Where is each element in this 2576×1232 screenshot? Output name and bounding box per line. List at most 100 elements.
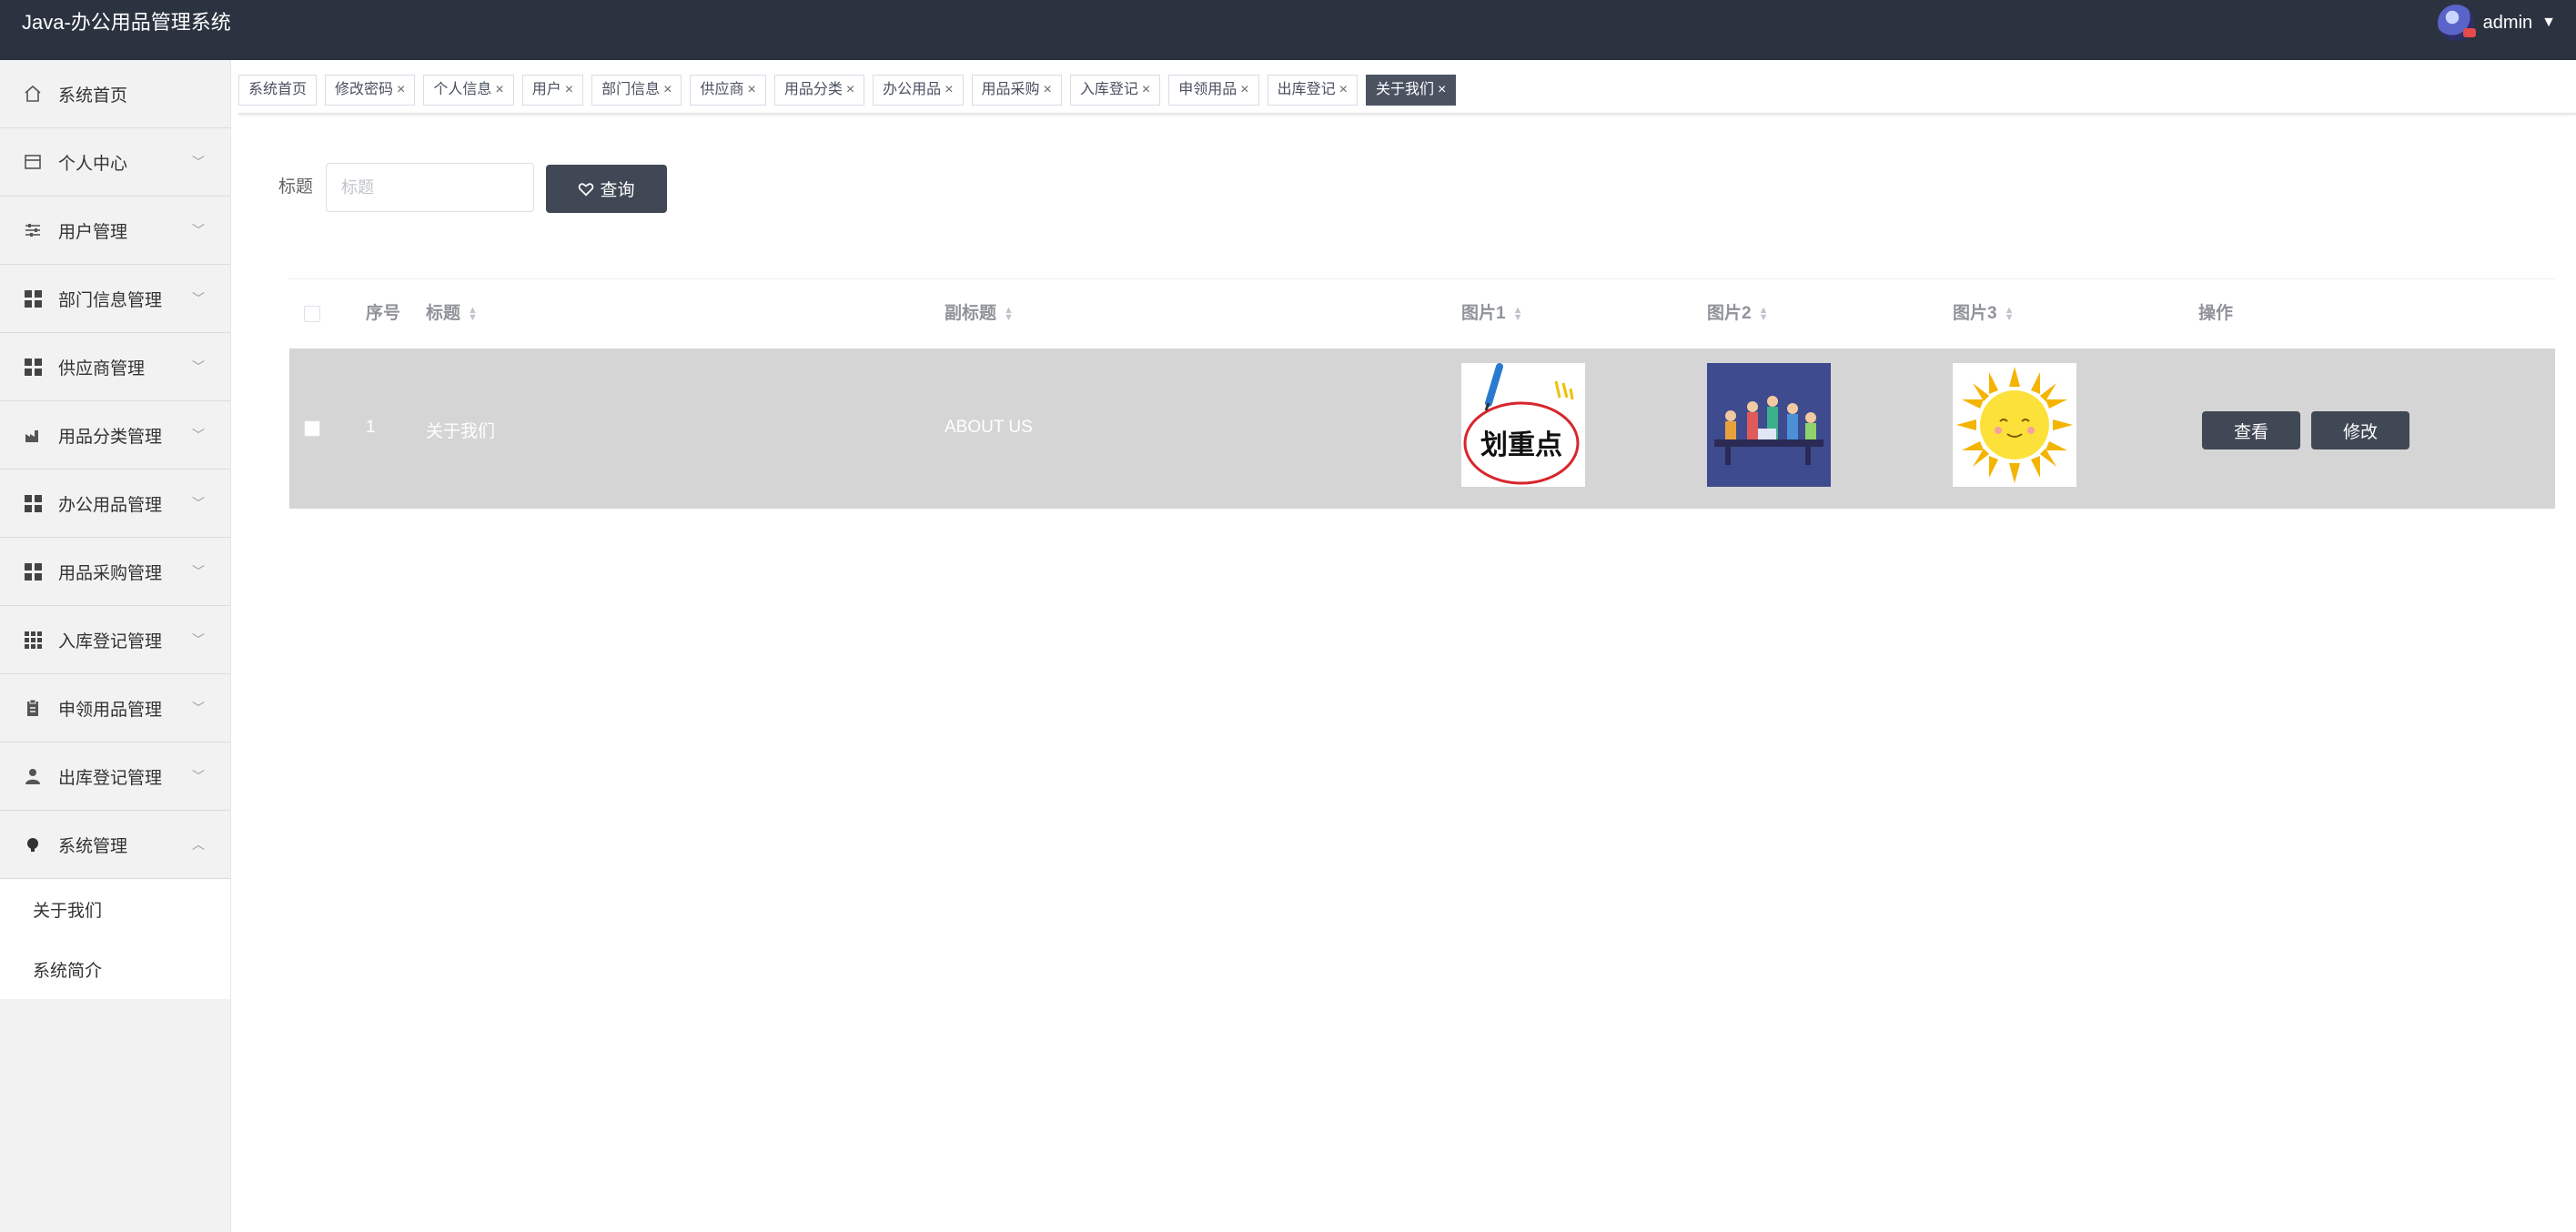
- close-icon[interactable]: ×: [565, 82, 573, 97]
- close-icon[interactable]: ×: [1044, 82, 1052, 97]
- grid-icon: [24, 562, 42, 581]
- column-label: 图片2: [1707, 304, 1752, 323]
- sidebar-item-label: 用品分类管理: [58, 427, 163, 447]
- search-button[interactable]: 查询: [546, 165, 667, 213]
- tab-label: 个人信息: [433, 82, 492, 97]
- close-icon[interactable]: ×: [397, 82, 405, 97]
- tab-category[interactable]: 用品分类 ×: [773, 75, 865, 106]
- submenu-item-about-us[interactable]: 关于我们: [0, 879, 230, 939]
- sidebar-item-label: 供应商管理: [58, 358, 146, 379]
- sidebar-item-inbound[interactable]: 入库登记管理 ﹀: [0, 606, 230, 674]
- row-subtitle: ABOUT US: [945, 418, 1033, 437]
- chevron-down-icon: ﹀: [192, 223, 205, 237]
- search-label: 标题: [278, 177, 314, 197]
- close-icon[interactable]: ×: [1240, 82, 1248, 97]
- edit-button[interactable]: 修改: [2311, 411, 2409, 449]
- factory-icon: [24, 426, 42, 444]
- table-row[interactable]: 1 关于我们 ABOUT US 划重点 查看 修改: [289, 348, 2555, 509]
- row-image2[interactable]: [1707, 363, 1831, 487]
- sidebar-item-requisition[interactable]: 申领用品管理 ﹀: [0, 674, 230, 742]
- sidebar-item-purchase[interactable]: 用品采购管理 ﹀: [0, 538, 230, 606]
- chevron-up-icon: ︿: [192, 837, 205, 852]
- column-label: 序号: [366, 304, 401, 323]
- column-label: 图片1: [1461, 304, 1506, 323]
- grid-icon: [24, 494, 42, 512]
- tab-office-supplies[interactable]: 办公用品 ×: [873, 75, 964, 106]
- sidebar-item-personal-center[interactable]: 个人中心 ﹀: [0, 128, 230, 197]
- search-input[interactable]: [326, 163, 534, 212]
- column-header-image1[interactable]: 图片1 ▲ ▼: [1461, 279, 1522, 348]
- row-image3[interactable]: [1953, 363, 2076, 487]
- tab-label: 修改密码: [335, 82, 394, 97]
- sidebar-item-outbound[interactable]: 出库登记管理 ﹀: [0, 742, 230, 811]
- username[interactable]: admin: [2483, 13, 2532, 34]
- sidebar-item-label: 用品采购管理: [58, 563, 163, 583]
- close-icon[interactable]: ×: [846, 82, 854, 97]
- close-icon[interactable]: ×: [945, 82, 953, 97]
- tab-requisition[interactable]: 申领用品 ×: [1168, 75, 1259, 106]
- tab-change-password[interactable]: 修改密码 ×: [325, 75, 416, 106]
- column-header-image3[interactable]: 图片3 ▲ ▼: [1953, 279, 2014, 348]
- sidebar-item-label: 用户管理: [58, 222, 128, 242]
- sidebar-item-label: 出库登记管理: [58, 768, 163, 788]
- avatar[interactable]: [2437, 5, 2476, 41]
- tab-outbound[interactable]: 出库登记 ×: [1267, 75, 1358, 106]
- column-header-index: 序号: [366, 279, 400, 348]
- user-menu[interactable]: admin ▼: [2437, 5, 2556, 41]
- close-icon[interactable]: ×: [1142, 82, 1150, 97]
- sidebar-item-label: 申领用品管理: [58, 700, 163, 720]
- column-header-title[interactable]: 标题 ▲ ▼: [426, 279, 478, 348]
- calendar-icon: [24, 153, 42, 171]
- tab-about-us[interactable]: 关于我们 ×: [1365, 75, 1457, 106]
- grid-icon: [24, 358, 42, 376]
- chevron-down-icon: ﹀: [192, 496, 205, 510]
- data-table: 序号 标题 ▲ ▼ 副标题 ▲ ▼ 图片1 ▲ ▼ 图片2 ▲ ▼ 图片3 ▲ ▼ 操作 1 关于我…: [289, 278, 2555, 510]
- image1-text: 划重点: [1480, 429, 1562, 461]
- column-header-actions: 操作: [2198, 279, 2233, 348]
- tab-supplier[interactable]: 供应商 ×: [690, 75, 766, 106]
- column-header-subtitle[interactable]: 副标题 ▲ ▼: [945, 279, 1014, 348]
- tab-inbound[interactable]: 入库登记 ×: [1069, 75, 1161, 106]
- sort-icon[interactable]: ▲ ▼: [468, 305, 478, 322]
- tab-label: 用户: [531, 82, 561, 97]
- sidebar-item-label: 个人中心: [58, 154, 128, 174]
- tab-user[interactable]: 用户 ×: [521, 75, 584, 106]
- sidebar-item-label: 办公用品管理: [58, 495, 163, 515]
- chevron-down-icon: ﹀: [192, 769, 205, 783]
- tab-personal-info[interactable]: 个人信息 ×: [423, 75, 514, 106]
- sort-icon[interactable]: ▲ ▼: [1513, 305, 1523, 322]
- caret-down-icon[interactable]: ▼: [2541, 15, 2556, 31]
- close-icon[interactable]: ×: [1438, 82, 1446, 97]
- sidebar-item-user-management[interactable]: 用户管理 ﹀: [0, 197, 230, 265]
- sliders-icon: [24, 221, 42, 239]
- sidebar-item-home[interactable]: 系统首页: [0, 60, 230, 128]
- system-submenu: 关于我们 系统简介: [0, 879, 230, 999]
- sort-icon[interactable]: ▲ ▼: [1759, 305, 1769, 322]
- row-image1[interactable]: 划重点: [1461, 363, 1585, 487]
- sidebar-item-office-supplies[interactable]: 办公用品管理 ﹀: [0, 470, 230, 538]
- view-button[interactable]: 查看: [2202, 411, 2300, 449]
- sidebar-item-department[interactable]: 部门信息管理 ﹀: [0, 265, 230, 333]
- sort-icon[interactable]: ▲ ▼: [1004, 305, 1014, 322]
- tab-department[interactable]: 部门信息 ×: [591, 75, 682, 106]
- user-icon: [24, 767, 42, 785]
- heart-icon: [579, 182, 594, 197]
- close-icon[interactable]: ×: [663, 82, 672, 97]
- tab-purchase[interactable]: 用品采购 ×: [971, 75, 1062, 106]
- tab-home[interactable]: 系统首页: [238, 75, 318, 106]
- close-icon[interactable]: ×: [495, 82, 503, 97]
- sidebar-item-system[interactable]: 系统管理 ︿: [0, 811, 230, 879]
- sort-icon[interactable]: ▲ ▼: [2005, 305, 2015, 322]
- submenu-item-system-intro[interactable]: 系统简介: [0, 939, 230, 999]
- select-all-checkbox[interactable]: [304, 306, 320, 322]
- close-icon[interactable]: ×: [1339, 82, 1348, 97]
- chevron-down-icon: ﹀: [192, 291, 205, 306]
- home-icon: [24, 85, 42, 103]
- close-icon[interactable]: ×: [747, 82, 755, 97]
- sidebar-item-category[interactable]: 用品分类管理 ﹀: [0, 401, 230, 470]
- column-header-image2[interactable]: 图片2 ▲ ▼: [1707, 279, 1768, 348]
- chevron-down-icon: ﹀: [192, 564, 205, 579]
- row-checkbox[interactable]: [304, 420, 320, 437]
- sidebar-item-supplier[interactable]: 供应商管理 ﹀: [0, 333, 230, 401]
- search-button-label: 查询: [600, 181, 635, 200]
